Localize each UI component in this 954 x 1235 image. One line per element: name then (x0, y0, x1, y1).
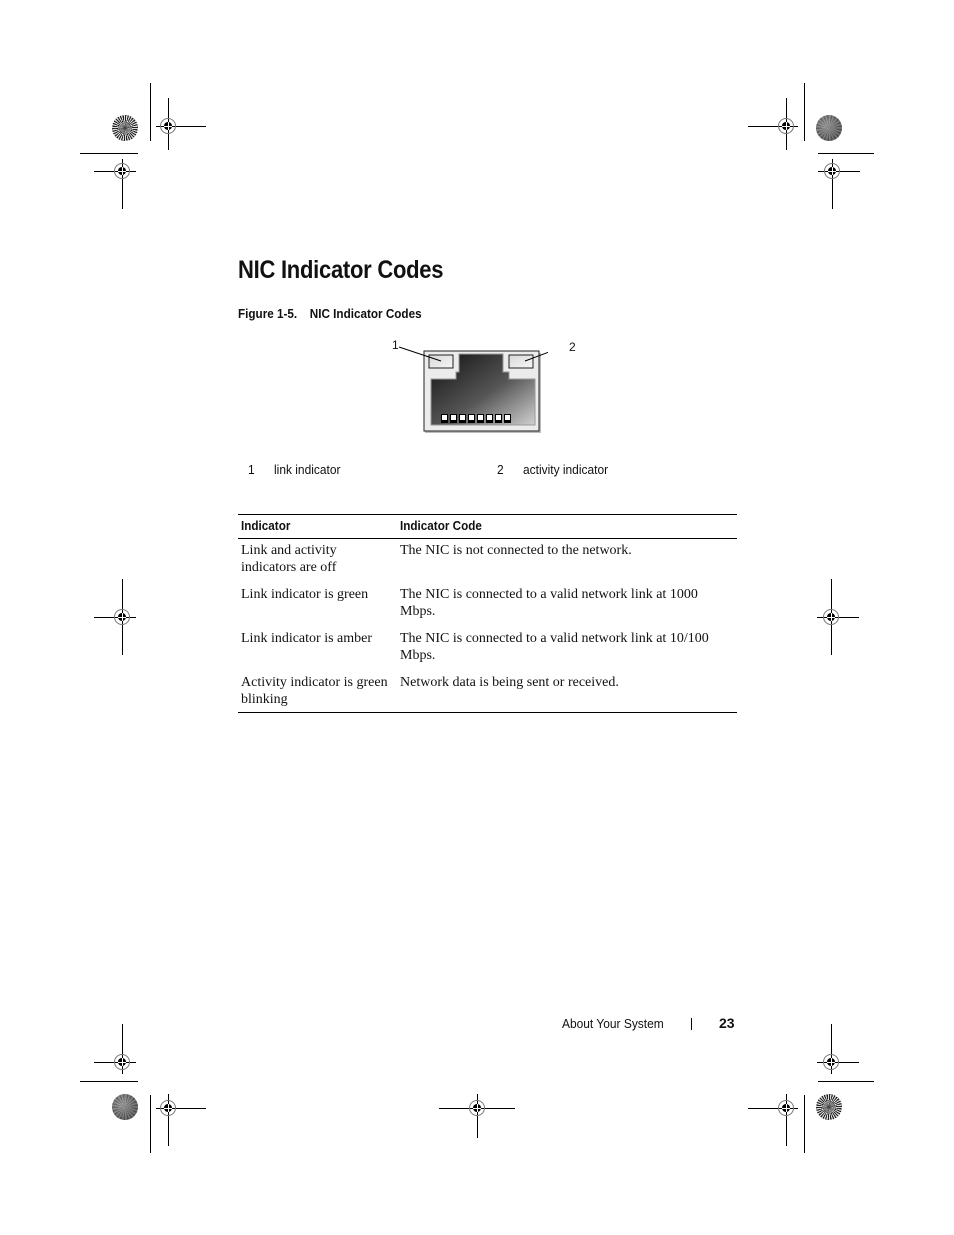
indicator-cell: Activity indicator is green blinking (238, 672, 397, 713)
contact-pin-face (451, 415, 456, 420)
contact-pin-face (478, 415, 483, 420)
contact-pin-face (469, 415, 474, 420)
table-row: Link indicator is amber The NIC is conne… (238, 628, 737, 672)
crop-mark (80, 1081, 138, 1082)
legend-number: 1 (248, 462, 255, 477)
activity-indicator-led (508, 354, 534, 369)
legend-item-1: 1 (248, 462, 255, 477)
nic-port-illustration (398, 346, 548, 433)
contact-pin-face (442, 415, 447, 420)
contact-pin-face (496, 415, 501, 420)
contact-pin-face (487, 415, 492, 420)
color-target-icon (112, 115, 138, 141)
color-target-icon (816, 1094, 842, 1120)
indicator-code-cell: The NIC is connected to a valid network … (400, 587, 698, 619)
crop-mark (818, 153, 874, 154)
figure-title: NIC Indicator Codes (309, 306, 422, 321)
table-header-row: Indicator Indicator Code (238, 514, 737, 539)
footer-section-name: About Your System (562, 1016, 664, 1031)
figure-number: Figure 1-5. (238, 306, 298, 321)
column-header-indicator: Indicator (238, 514, 397, 539)
indicator-code-cell: Network data is being sent or received. (397, 672, 737, 713)
column-header-indicator-code: Indicator Code (397, 514, 737, 539)
indicator-cell: Link indicator is green (241, 587, 369, 602)
crop-mark (804, 1095, 805, 1153)
indicator-cell: Link indicator is amber (241, 631, 373, 646)
page-number: 23 (719, 1015, 735, 1031)
indicator-cell: Link and activity indicators are off (241, 543, 337, 575)
legend-label-2: activity indicator (523, 462, 609, 477)
color-target-icon (816, 115, 842, 141)
crop-mark (818, 1081, 874, 1082)
callout-number-2: 2 (569, 340, 576, 354)
legend-number: 2 (497, 462, 504, 477)
indicator-code-cell: The NIC is not connected to the network. (400, 543, 632, 558)
indicator-codes-table: Indicator Indicator Code Link and activi… (238, 514, 737, 713)
contact-pin-face (505, 415, 510, 420)
crop-mark (150, 83, 151, 141)
contact-pin-face (460, 415, 465, 420)
crop-mark (150, 1095, 151, 1153)
figure-caption: Figure 1-5. NIC Indicator Codes (238, 306, 434, 321)
callout-number-1: 1 (392, 338, 399, 352)
section-title: NIC Indicator Codes (238, 256, 444, 284)
legend-label-1: link indicator (274, 462, 341, 477)
table-row: Link indicator is green The NIC is conne… (238, 584, 737, 628)
indicator-code-cell: The NIC is connected to a valid network … (400, 631, 709, 663)
table-row: Activity indicator is green blinking Net… (238, 672, 737, 713)
footer-separator (691, 1018, 692, 1030)
crop-mark (804, 83, 805, 141)
color-target-icon (112, 1094, 138, 1120)
link-indicator-led (428, 354, 454, 369)
crop-mark (80, 153, 138, 154)
legend-item-2: 2 (497, 462, 504, 477)
table-row: Link and activity indicators are off The… (238, 539, 737, 585)
